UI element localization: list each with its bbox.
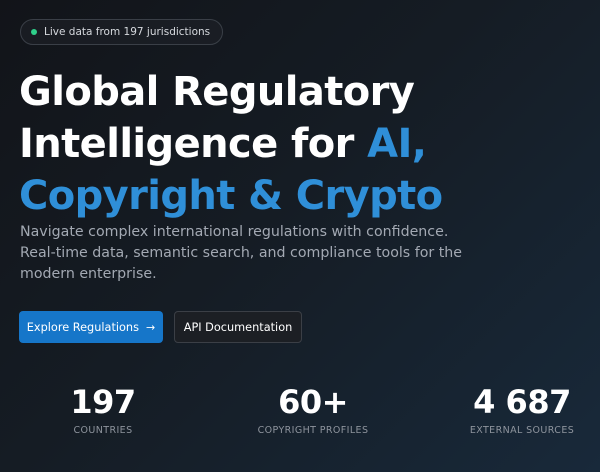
- arrow-right-icon: →: [145, 320, 156, 334]
- stat-value: 60+: [278, 383, 348, 421]
- hero-title: Global Regulatory Intelligence for AI, C…: [19, 66, 443, 222]
- stat-value: 197: [70, 383, 136, 421]
- hero-section: Live data from 197 jurisdictions Global …: [0, 0, 600, 472]
- api-documentation-label: API Documentation: [183, 320, 293, 334]
- stat-label: EXTERNAL SOURCES: [469, 425, 575, 436]
- stat-external-sources: 4 687 EXTERNAL SOURCES: [437, 384, 600, 436]
- stat-value: 4 687: [473, 383, 571, 421]
- hero-subtitle: Navigate complex international regulatio…: [20, 224, 463, 282]
- hero-title-line-2-prefix: Intelligence for: [19, 121, 368, 167]
- explore-regulations-button[interactable]: Explore Regulations →: [19, 311, 163, 343]
- live-data-badge: Live data from 197 jurisdictions: [20, 19, 224, 45]
- stat-countries: 197 COUNTRIES: [18, 384, 188, 436]
- stat-label: COUNTRIES: [73, 425, 133, 436]
- stat-label: COPYRIGHT PROFILES: [257, 425, 369, 436]
- explore-regulations-label: Explore Regulations: [26, 320, 139, 334]
- hero-title-line-2-accent: AI,: [367, 121, 427, 167]
- badge-label: Live data from 197 jurisdictions: [44, 26, 211, 38]
- hero-title-line-3-accent: Copyright & Crypto: [19, 173, 443, 219]
- live-status-dot-icon: [31, 29, 37, 35]
- hero-title-line-1: Global Regulatory: [19, 69, 415, 115]
- stat-copyright-profiles: 60+ COPYRIGHT PROFILES: [228, 384, 398, 436]
- api-documentation-button[interactable]: API Documentation: [174, 311, 302, 343]
